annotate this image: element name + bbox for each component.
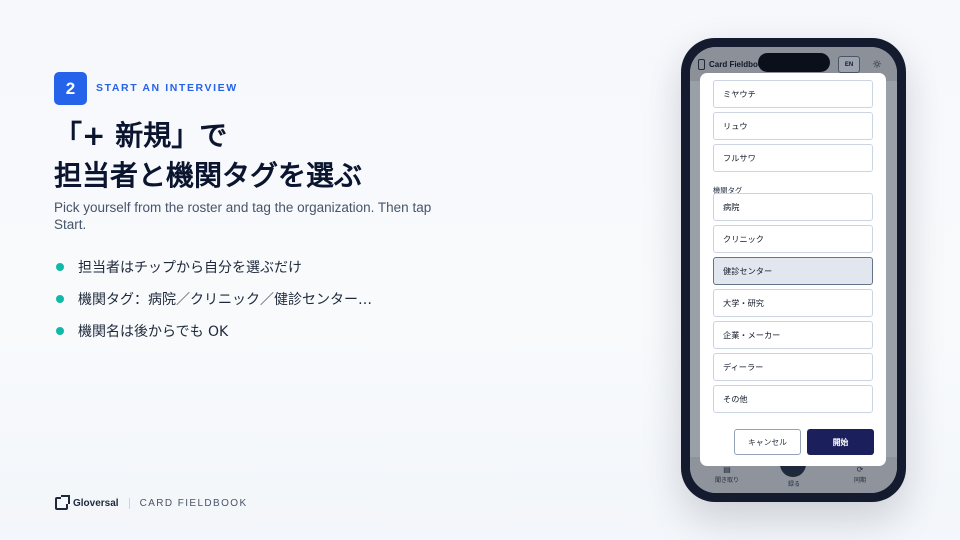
org-tag-clinic[interactable]: クリニック [713, 225, 873, 253]
org-tag-hospital[interactable]: 病院 [713, 193, 873, 221]
bullet-dot-icon [56, 263, 64, 271]
phone-mockup: Card Fieldbook EN ☼ ▤ 聞き取り 録る ⟳ 同期 ミヤウチ … [681, 38, 906, 502]
language-toggle-button[interactable]: EN [838, 56, 860, 73]
title-line-1: 「+ 新規」で [54, 119, 228, 152]
nav-label: 録る [787, 481, 800, 488]
title-line-2: 担当者と機関タグを選ぶ [54, 159, 363, 192]
staff-chip-miyauchi[interactable]: ミヤウチ [713, 80, 873, 108]
nav-item-interview[interactable]: ▤ 聞き取り [702, 465, 752, 484]
bullet-dot-icon [56, 327, 64, 335]
org-tag-university[interactable]: 大学・研究 [713, 289, 873, 317]
sun-icon[interactable]: ☼ [870, 57, 884, 71]
footer-brand: Gloversal [73, 498, 130, 509]
org-tag-company[interactable]: 企業・メーカー [713, 321, 873, 349]
nav-item-record[interactable]: 録る [769, 479, 819, 488]
list-icon: ▤ [723, 465, 731, 474]
org-tag-other[interactable]: その他 [713, 385, 873, 413]
bullet-item: 機関名は後からでも OK [56, 315, 372, 347]
step-number-badge: 2 [54, 72, 87, 105]
step-label: START AN INTERVIEW [96, 82, 238, 94]
bullet-text: 機関名は後からでも OK [78, 324, 229, 340]
gloversal-logo-icon [55, 495, 70, 510]
phone-screen: Card Fieldbook EN ☼ ▤ 聞き取り 録る ⟳ 同期 ミヤウチ … [690, 47, 897, 493]
bullet-text: 担当者はチップから自分を選ぶだけ [78, 260, 302, 276]
org-tag-dealer[interactable]: ディーラー [713, 353, 873, 381]
page-subtitle: Pick yourself from the roster and tag th… [54, 200, 432, 232]
footer: Gloversal CARD FIELDBOOK [55, 495, 248, 510]
staff-chip-ryu[interactable]: リュウ [713, 112, 873, 140]
nav-item-sync[interactable]: ⟳ 同期 [835, 465, 885, 484]
start-button[interactable]: 開始 [807, 429, 874, 455]
bullet-item: 担当者はチップから自分を選ぶだけ [56, 251, 372, 283]
sync-icon: ⟳ [856, 465, 864, 474]
org-tag-health-center[interactable]: 健診センター [713, 257, 873, 285]
bullet-list: 担当者はチップから自分を選ぶだけ 機関タグ：病院／クリニック／健診センター… 機… [56, 251, 372, 347]
footer-product: CARD FIELDBOOK [139, 498, 248, 509]
bullet-item: 機関タグ：病院／クリニック／健診センター… [56, 283, 372, 315]
new-interview-modal: ミヤウチ リュウ フルサワ 機関タグ 病院 クリニック 健診センター 大学・研究… [700, 73, 886, 466]
cancel-button[interactable]: キャンセル [734, 429, 801, 455]
bullet-dot-icon [56, 295, 64, 303]
staff-chip-furusawa[interactable]: フルサワ [713, 144, 873, 172]
card-app-icon [698, 59, 705, 70]
nav-label: 同期 [853, 477, 866, 484]
page-title: 「+ 新規」で 担当者と機関タグを選ぶ [54, 116, 362, 196]
dynamic-island [758, 53, 830, 72]
bullet-text: 機関タグ：病院／クリニック／健診センター… [78, 292, 372, 308]
nav-label: 聞き取り [714, 477, 739, 484]
